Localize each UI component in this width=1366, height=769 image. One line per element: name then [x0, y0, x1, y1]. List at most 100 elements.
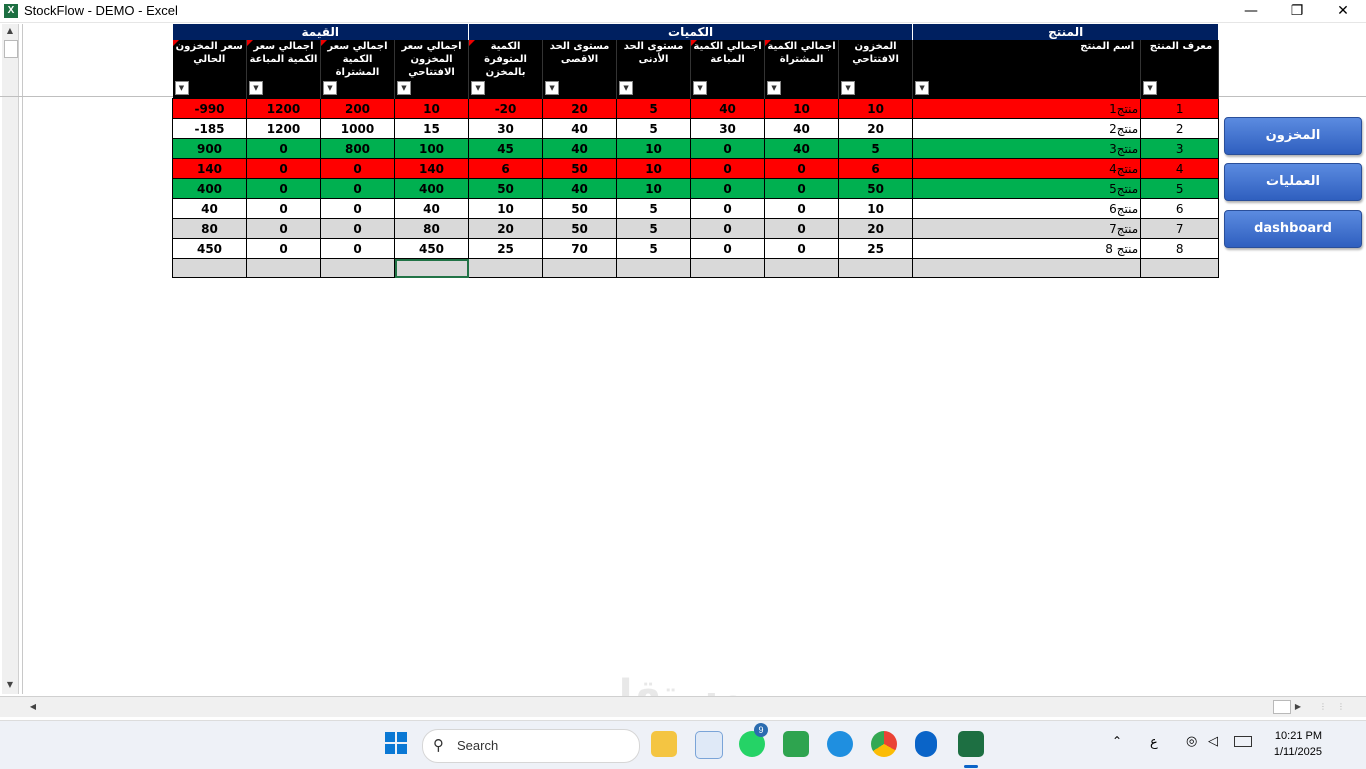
table-cell[interactable]: 0 — [690, 138, 766, 159]
column-header-11[interactable]: معرف المنتج — [1140, 40, 1220, 79]
table-cell[interactable]: 400 — [393, 178, 470, 199]
table-cell[interactable]: 450 — [393, 238, 470, 259]
table-cell[interactable]: 50 — [542, 198, 618, 219]
table-cell[interactable]: 50 — [542, 218, 618, 239]
table-cell[interactable]: 200 — [320, 98, 395, 119]
table-cell[interactable]: 0 — [320, 158, 395, 179]
comment-indicator-icon[interactable] — [321, 40, 327, 46]
horizontal-scrollbar[interactable]: ◀ ▶ ⋮ ⋮ — [0, 696, 1366, 717]
table-cell[interactable]: 4 — [1140, 158, 1220, 179]
table-cell[interactable]: 5 — [1140, 178, 1220, 199]
table-cell[interactable]: 40 — [542, 138, 618, 159]
table-cell[interactable]: 15 — [393, 118, 470, 139]
filter-dropdown-icon[interactable]: ▼ — [619, 81, 634, 95]
cell[interactable] — [542, 258, 618, 278]
more-options-icon[interactable]: ⋮ — [1316, 700, 1330, 714]
operations-button[interactable]: العمليات — [1224, 163, 1362, 201]
table-cell[interactable]: 80 — [393, 218, 470, 239]
table-cell[interactable]: 10 — [468, 198, 544, 219]
chrome-browser-icon[interactable] — [871, 731, 897, 757]
table-cell[interactable]: 45 — [468, 138, 544, 159]
selected-cell[interactable] — [393, 258, 470, 278]
column-header-9[interactable]: المخزون الافتتاحي — [838, 40, 914, 79]
camtasia-icon[interactable] — [783, 731, 809, 757]
table-cell[interactable]: 0 — [246, 138, 321, 159]
table-cell[interactable]: 5 — [616, 238, 692, 259]
table-cell[interactable]: 0 — [246, 218, 321, 239]
scroll-left-icon[interactable]: ◀ — [26, 700, 40, 714]
table-cell[interactable]: 140 — [393, 158, 470, 179]
column-header-5[interactable]: مستوى الحد الاقصى — [542, 40, 618, 79]
table-cell[interactable]: منتج6 — [912, 198, 1142, 219]
table-cell[interactable]: 50 — [542, 158, 618, 179]
horizontal-scroll-thumb[interactable] — [1273, 700, 1291, 714]
table-cell[interactable]: 10 — [764, 98, 840, 119]
table-cell[interactable]: -20 — [468, 98, 544, 119]
column-header-3[interactable]: اجمالي سعر المخزون الافتتاحي — [394, 40, 470, 79]
table-cell[interactable]: 0 — [764, 158, 840, 179]
bluetooth-icon[interactable] — [915, 731, 937, 757]
column-header-8[interactable]: اجمالي الكمية المشتراة — [764, 40, 840, 79]
column-header-4[interactable]: الكمية المتوفرة بالمخزن — [468, 40, 544, 79]
table-cell[interactable]: 1000 — [320, 118, 395, 139]
table-cell[interactable]: 7 — [1140, 218, 1220, 239]
table-cell[interactable]: 30 — [690, 118, 766, 139]
table-cell[interactable]: 0 — [764, 198, 840, 219]
table-cell[interactable]: 40 — [172, 198, 247, 219]
table-cell[interactable]: 0 — [246, 178, 321, 199]
table-cell[interactable]: 0 — [690, 198, 766, 219]
comment-indicator-icon[interactable] — [469, 40, 476, 46]
table-cell[interactable]: 10 — [616, 158, 692, 179]
table-cell[interactable]: 5 — [616, 198, 692, 219]
table-cell[interactable]: 5 — [616, 98, 692, 119]
cell[interactable] — [764, 258, 840, 278]
column-header-0[interactable]: سعر المخزون الحالي — [172, 40, 247, 79]
table-cell[interactable]: 0 — [690, 158, 766, 179]
table-cell[interactable]: 10 — [393, 98, 470, 119]
table-cell[interactable]: 5 — [616, 118, 692, 139]
table-cell[interactable]: 800 — [320, 138, 395, 159]
table-cell[interactable]: 0 — [764, 238, 840, 259]
table-cell[interactable]: منتج5 — [912, 178, 1142, 199]
edge-browser-icon[interactable] — [827, 731, 853, 757]
table-cell[interactable]: 40 — [764, 138, 840, 159]
table-cell[interactable]: 0 — [320, 198, 395, 219]
table-cell[interactable]: 40 — [542, 118, 618, 139]
table-cell[interactable]: 40 — [690, 98, 766, 119]
table-cell[interactable]: 10 — [616, 138, 692, 159]
table-cell[interactable]: 3 — [1140, 138, 1220, 159]
table-cell[interactable]: 2 — [1140, 118, 1220, 139]
table-cell[interactable]: 0 — [246, 198, 321, 219]
scroll-down-icon[interactable]: ▼ — [3, 678, 17, 692]
table-cell[interactable]: 20 — [542, 98, 618, 119]
restore-button[interactable]: ❐ — [1274, 0, 1320, 22]
cell[interactable] — [616, 258, 692, 278]
table-cell[interactable]: 10 — [616, 178, 692, 199]
table-cell[interactable]: 25 — [838, 238, 914, 259]
table-cell[interactable]: 80 — [172, 218, 247, 239]
filter-dropdown-icon[interactable]: ▼ — [693, 81, 708, 95]
table-cell[interactable]: 8 — [1140, 238, 1220, 259]
table-cell[interactable]: 6 — [838, 158, 914, 179]
table-cell[interactable]: 40 — [393, 198, 470, 219]
table-cell[interactable]: 5 — [616, 218, 692, 239]
windows-start-icon[interactable] — [384, 731, 410, 757]
comment-indicator-icon[interactable] — [247, 40, 253, 46]
comment-indicator-icon[interactable] — [691, 40, 698, 46]
table-cell[interactable]: 20 — [838, 118, 914, 139]
filter-dropdown-icon[interactable]: ▼ — [249, 81, 263, 95]
table-cell[interactable]: 1 — [1140, 98, 1220, 119]
close-button[interactable]: ✕ — [1320, 0, 1366, 22]
volume-icon[interactable]: ◁ — [1208, 734, 1218, 749]
filter-dropdown-icon[interactable]: ▼ — [915, 81, 930, 95]
taskbar-search[interactable]: ⚲ Search — [422, 729, 640, 763]
table-cell[interactable]: 0 — [690, 178, 766, 199]
scroll-right-icon[interactable]: ▶ — [1291, 700, 1305, 714]
table-cell[interactable]: 20 — [468, 218, 544, 239]
cell[interactable] — [468, 258, 544, 278]
inventory-button[interactable]: المخزون — [1224, 117, 1362, 155]
chevron-up-icon[interactable]: ⌃ — [1112, 734, 1122, 748]
scroll-up-icon[interactable]: ▲ — [3, 24, 17, 38]
table-cell[interactable]: 50 — [838, 178, 914, 199]
more-options-icon-2[interactable]: ⋮ — [1334, 700, 1348, 714]
